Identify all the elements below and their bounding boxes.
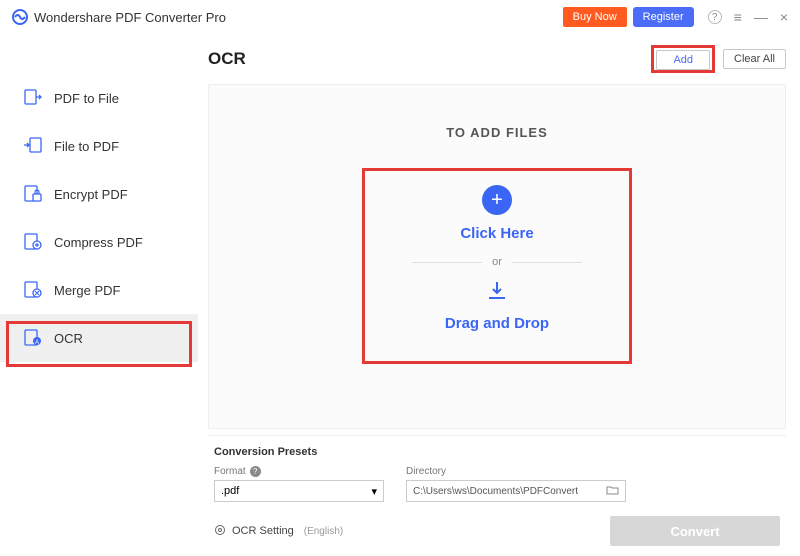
- sidebar-item-merge-pdf[interactable]: Merge PDF: [0, 266, 198, 314]
- brand: Wondershare PDF Converter Pro: [12, 9, 226, 25]
- chevron-down-icon: ▾: [371, 485, 377, 498]
- sidebar-item-label: PDF to File: [54, 91, 119, 106]
- sidebar-item-label: Merge PDF: [54, 283, 120, 298]
- file-to-pdf-icon: [24, 137, 42, 155]
- or-divider: or: [412, 256, 582, 268]
- highlight-add: Add: [651, 45, 715, 73]
- ocr-setting-link[interactable]: OCR Setting (English): [214, 524, 343, 539]
- sidebar-item-encrypt-pdf[interactable]: Encrypt PDF: [0, 170, 198, 218]
- format-select[interactable]: .pdf ▾: [214, 480, 384, 502]
- gear-icon: [214, 524, 226, 539]
- merge-pdf-icon: [24, 281, 42, 299]
- titlebar: Wondershare PDF Converter Pro Buy Now Re…: [0, 0, 800, 34]
- help-icon[interactable]: ?: [708, 10, 722, 24]
- page-title: OCR: [208, 49, 246, 69]
- pdf-to-file-icon: [24, 89, 42, 107]
- close-icon[interactable]: ×: [780, 9, 788, 25]
- conversion-presets: Conversion Presets Format? .pdf ▾ Direct…: [208, 435, 786, 546]
- to-add-files-label: TO ADD FILES: [446, 125, 548, 140]
- sidebar-item-file-to-pdf[interactable]: File to PDF: [0, 122, 198, 170]
- format-label: Format?: [214, 466, 384, 477]
- minimize-icon[interactable]: —: [754, 9, 768, 25]
- clear-all-button[interactable]: Clear All: [723, 49, 786, 69]
- convert-button[interactable]: Convert: [610, 516, 780, 546]
- ocr-language: (English): [304, 526, 343, 537]
- presets-title: Conversion Presets: [214, 446, 780, 458]
- add-button[interactable]: Add: [656, 50, 710, 70]
- register-button[interactable]: Register: [633, 7, 694, 27]
- compress-pdf-icon: [24, 233, 42, 251]
- folder-open-icon[interactable]: [606, 484, 619, 498]
- brand-logo-icon: [12, 9, 28, 25]
- encrypt-pdf-icon: [24, 185, 42, 203]
- ocr-icon: A: [24, 329, 42, 347]
- format-help-icon[interactable]: ?: [250, 466, 261, 477]
- menu-icon[interactable]: ≡: [734, 9, 742, 25]
- dropzone-highlight: + Click Here or Drag and Drop: [362, 168, 632, 364]
- content: OCR Add Clear All TO ADD FILES + Click H…: [198, 34, 800, 556]
- main-panel: TO ADD FILES + Click Here or Drag and Dr…: [208, 84, 786, 429]
- sidebar-item-label: Encrypt PDF: [54, 187, 128, 202]
- directory-label: Directory: [406, 466, 626, 477]
- sidebar-item-label: Compress PDF: [54, 235, 143, 250]
- buy-now-button[interactable]: Buy Now: [563, 7, 627, 27]
- drag-and-drop-link[interactable]: Drag and Drop: [445, 315, 549, 332]
- sidebar-item-ocr[interactable]: A OCR: [0, 314, 198, 362]
- sidebar-item-label: File to PDF: [54, 139, 119, 154]
- click-here-link[interactable]: Click Here: [460, 225, 533, 242]
- sidebar: PDF to File File to PDF Encrypt PDF Comp…: [0, 34, 198, 556]
- svg-text:A: A: [35, 340, 39, 346]
- sidebar-item-label: OCR: [54, 331, 83, 346]
- sidebar-item-compress-pdf[interactable]: Compress PDF: [0, 218, 198, 266]
- add-plus-icon[interactable]: +: [482, 185, 512, 215]
- sidebar-item-pdf-to-file[interactable]: PDF to File: [0, 74, 198, 122]
- app-name: Wondershare PDF Converter Pro: [34, 10, 226, 25]
- download-icon: [485, 280, 509, 307]
- window-controls: ? ≡ — ×: [708, 9, 788, 25]
- directory-input[interactable]: C:\Users\ws\Documents\PDFConvert: [406, 480, 626, 502]
